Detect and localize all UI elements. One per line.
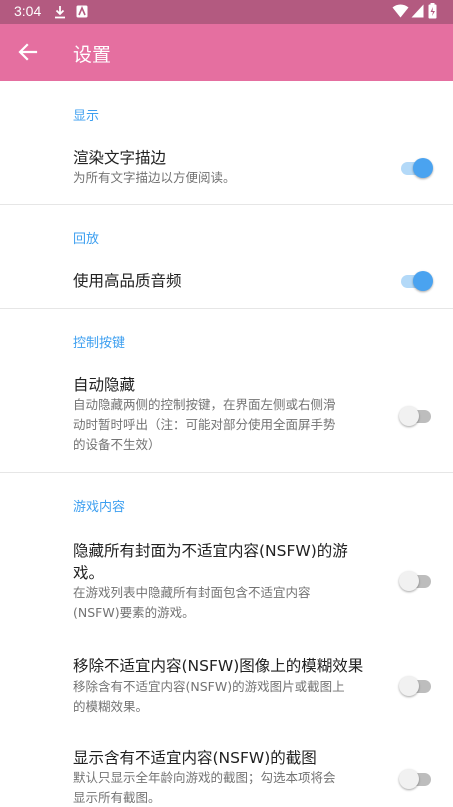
toggle-switch[interactable]	[399, 569, 435, 593]
setting-title: 自动隐藏	[73, 376, 136, 394]
switch-thumb	[399, 406, 419, 426]
title-line: 隐藏所有封面为不适宜内容(NSFW)的游	[73, 542, 348, 560]
status-bar: 3:04	[0, 0, 453, 24]
setting-title: 渲染文字描边	[73, 149, 167, 167]
section-header-playback: 回放	[73, 232, 100, 247]
section-header-display: 显示	[73, 109, 100, 124]
toggle-switch[interactable]	[399, 269, 435, 293]
divider	[0, 204, 453, 205]
notification-icon	[76, 5, 88, 18]
toggle-switch[interactable]	[399, 767, 435, 791]
subtitle-line: 的模糊效果。	[73, 699, 149, 714]
setting-subtitle: 自动隐藏两侧的控制按键，在界面左侧或右侧滑 动时暂时呼出（注：可能对部分使用全面…	[73, 395, 371, 455]
subtitle-line: 自动隐藏两侧的控制按键，在界面左侧或右侧滑	[73, 397, 336, 412]
status-time: 3:04	[14, 3, 42, 19]
setting-title: 移除不适宜内容(NSFW)图像上的模糊效果	[73, 657, 364, 675]
back-button[interactable]	[12, 36, 44, 68]
setting-title: 隐藏所有封面为不适宜内容(NSFW)的游 戏。	[73, 540, 363, 584]
subtitle-line: 默认只显示全年龄向游戏的截图；勾选本项将会	[73, 770, 336, 785]
section-header-controls: 控制按键	[73, 336, 126, 351]
subtitle-line: 在游戏列表中隐藏所有封面包含不适宜内容	[73, 585, 311, 600]
switch-thumb	[399, 676, 419, 696]
setting-subtitle: 在游戏列表中隐藏所有封面包含不适宜内容 (NSFW)要素的游戏。	[73, 583, 371, 623]
setting-title: 使用高品质音频	[73, 272, 182, 290]
setting-subtitle: 默认只显示全年龄向游戏的截图；勾选本项将会 显示所有截图。	[73, 768, 371, 807]
toggle-switch[interactable]	[399, 674, 435, 698]
switch-thumb	[399, 571, 419, 591]
toggle-switch[interactable]	[399, 156, 435, 180]
signal-icon	[411, 4, 424, 18]
divider	[0, 308, 453, 309]
setting-subtitle: 为所有文字描边以方便阅读。	[73, 170, 236, 185]
title-line: 戏。	[73, 564, 105, 582]
subtitle-line: 动时暂时呼出（注：可能对部分使用全面屏手势	[73, 417, 336, 432]
setting-subtitle: 移除含有不适宜内容(NSFW)的游戏图片或截图上 的模糊效果。	[73, 677, 371, 717]
back-arrow-icon	[18, 43, 38, 61]
wifi-icon	[392, 4, 409, 18]
battery-icon	[428, 3, 437, 19]
page-title: 设置	[73, 44, 112, 66]
app-bar: 设置	[0, 24, 453, 81]
download-icon	[55, 6, 65, 19]
switch-thumb	[399, 769, 419, 789]
subtitle-line: 显示所有截图。	[73, 790, 161, 805]
setting-title: 显示含有不适宜内容(NSFW)的截图	[73, 749, 317, 767]
subtitle-line: 的设备不生效）	[73, 437, 161, 452]
switch-thumb	[413, 158, 433, 178]
toggle-switch[interactable]	[399, 404, 435, 428]
section-header-game-content: 游戏内容	[73, 500, 126, 515]
settings-list: 显示 渲染文字描边 为所有文字描边以方便阅读。 回放 使用高品质音频 控制按键 …	[0, 81, 453, 807]
subtitle-line: 移除含有不适宜内容(NSFW)的游戏图片或截图上	[73, 679, 345, 694]
switch-thumb	[413, 271, 433, 291]
subtitle-line: (NSFW)要素的游戏。	[73, 605, 195, 620]
divider	[0, 472, 453, 473]
